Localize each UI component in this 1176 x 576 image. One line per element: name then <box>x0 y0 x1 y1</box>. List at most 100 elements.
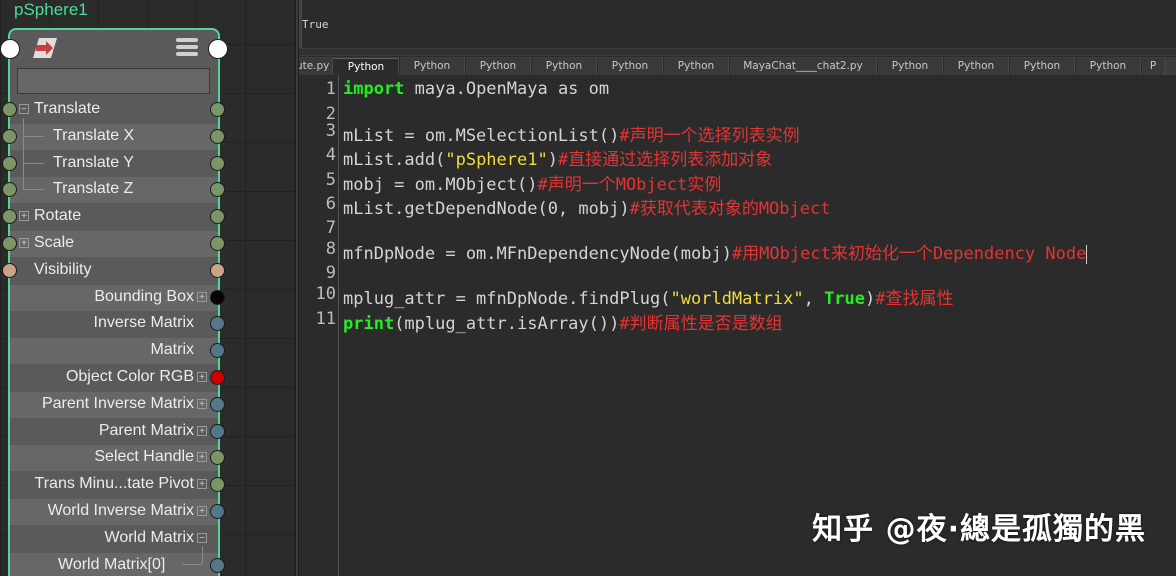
attribute-label: Scale <box>34 234 75 251</box>
output-plug[interactable] <box>210 504 225 519</box>
attribute-row[interactable]: Inverse Matrix <box>10 311 225 337</box>
attribute-label: World Matrix[0] <box>58 555 166 573</box>
code-line-8: mfnDpNode = om.MFnDependencyNode(mobj)#用… <box>343 239 1088 264</box>
code-comment: #用MObject来初始化一个Dependency Node <box>731 244 1087 264</box>
output-plug[interactable] <box>210 209 225 225</box>
output-plug[interactable] <box>210 262 225 278</box>
code-keyword: print <box>343 314 395 334</box>
node-output-port[interactable] <box>208 39 228 59</box>
code-comment: #获取代表对象的MObject <box>629 199 831 219</box>
attribute-row[interactable]: Object Color RGB + <box>10 365 225 391</box>
attribute-row[interactable]: World Matrix − <box>10 526 218 552</box>
attribute-row[interactable]: Translate Z <box>2 177 225 204</box>
tab-script[interactable]: MayaChat____chat2.py <box>729 58 877 75</box>
line-number: 4 <box>325 145 336 165</box>
input-plug[interactable] <box>2 102 17 117</box>
attribute-row[interactable]: Parent Matrix + <box>10 419 225 445</box>
code-comment: #查找属性 <box>875 289 954 309</box>
attribute-label: Object Color RGB <box>65 368 194 385</box>
tab-script[interactable]: Python <box>943 58 1009 75</box>
node-attribute-filter-field[interactable] <box>17 68 210 94</box>
output-plug[interactable] <box>210 289 225 305</box>
code-keyword: import <box>343 79 405 99</box>
tab-script[interactable]: Python <box>877 58 943 75</box>
output-plug[interactable] <box>210 343 225 359</box>
tab-script[interactable]: Python <box>663 58 729 75</box>
attribute-row[interactable]: World Inverse Matrix + <box>10 499 225 525</box>
expand-icon[interactable]: + <box>197 291 207 302</box>
attribute-row[interactable]: Visibility <box>2 258 225 284</box>
attribute-row[interactable]: Scale + <box>2 231 225 257</box>
output-plug[interactable] <box>210 477 225 493</box>
tab-script[interactable]: Python <box>1009 58 1075 75</box>
expand-icon[interactable]: + <box>19 211 29 222</box>
expand-icon[interactable]: + <box>19 238 29 249</box>
output-plug[interactable] <box>210 423 225 439</box>
input-plug[interactable] <box>2 209 17 225</box>
code-string: "pSphere1" <box>445 150 548 170</box>
tab-script[interactable]: Cute.py <box>299 58 333 75</box>
input-plug[interactable] <box>2 128 17 144</box>
code-line-6: mList.getDependNode(0, mobj)#获取代表对象的MObj… <box>343 194 830 219</box>
tab-script[interactable]: Python <box>597 58 663 75</box>
output-plug[interactable] <box>210 128 225 144</box>
node-input-port[interactable] <box>0 39 20 59</box>
collapse-icon[interactable]: − <box>197 532 207 543</box>
tab-script[interactable]: Python <box>531 58 597 75</box>
attribute-label: Select Handle <box>94 448 194 466</box>
tab-script[interactable]: Python <box>399 58 465 75</box>
expand-icon[interactable]: + <box>197 479 207 490</box>
output-plug[interactable] <box>210 396 225 412</box>
line-number: 11 <box>315 309 336 329</box>
script-output-pane[interactable]: True <box>299 0 1176 50</box>
code-text: , <box>803 289 825 309</box>
expand-icon[interactable]: + <box>197 452 207 463</box>
attribute-row[interactable]: Bounding Box + <box>10 284 225 311</box>
expand-icon[interactable]: + <box>197 506 207 517</box>
attribute-row[interactable]: Parent Inverse Matrix + <box>10 391 225 418</box>
attribute-row[interactable]: Trans Minu...tate Pivot + <box>10 472 225 498</box>
line-number: 6 <box>325 194 336 214</box>
collapse-icon[interactable]: − <box>19 104 29 115</box>
attribute-label: Bounding Box <box>94 287 194 305</box>
input-plug[interactable] <box>2 182 17 198</box>
output-plug[interactable] <box>210 236 225 251</box>
output-plug[interactable] <box>210 450 225 466</box>
node-editor-panel[interactable]: pSphere1 Translate − Translate X Translate … <box>0 0 295 576</box>
code-text: ) <box>547 150 558 170</box>
attribute-row[interactable]: Matrix <box>10 338 225 365</box>
expand-icon[interactable]: + <box>197 425 207 436</box>
output-plug[interactable] <box>210 316 225 332</box>
expand-icon[interactable]: + <box>197 372 207 383</box>
attribute-row[interactable]: Translate − <box>2 97 225 123</box>
output-plug[interactable] <box>210 102 225 117</box>
attribute-row[interactable]: Rotate + <box>2 204 225 230</box>
input-plug[interactable] <box>2 262 17 278</box>
code-line-10: mplug_attr = mfnDpNode.findPlug("worldMa… <box>343 284 954 309</box>
attribute-label: World Inverse Matrix <box>47 502 194 519</box>
input-plug[interactable] <box>2 155 17 171</box>
code-line-11: print(mplug_attr.isArray())#判断属性是否是数组 <box>343 309 783 334</box>
line-number: 9 <box>325 263 336 283</box>
attribute-row[interactable]: Select Handle + <box>10 445 225 472</box>
line-number: 5 <box>325 170 336 190</box>
node-menu-icon[interactable] <box>176 38 198 58</box>
tab-script[interactable]: Python <box>1075 58 1141 75</box>
attribute-label: Translate X <box>53 126 135 144</box>
code-text: mfnDpNode = om.MFnDependencyNode(mobj) <box>343 244 732 264</box>
tab-script[interactable]: Python <box>333 58 399 75</box>
output-plug[interactable] <box>210 557 225 573</box>
attribute-label: World Matrix <box>104 528 195 546</box>
output-plug[interactable] <box>210 182 225 198</box>
input-plug[interactable] <box>2 236 17 251</box>
code-editor[interactable]: 1 2 3 4 5 6 7 8 9 10 11 import maya.OpenMaya as om… <box>299 75 1176 576</box>
code-comment: #判断属性是否是数组 <box>619 314 783 334</box>
tab-script[interactable]: P <box>1141 58 1165 75</box>
tab-script[interactable]: Python <box>465 58 531 75</box>
output-plug[interactable] <box>210 370 225 385</box>
output-plug[interactable] <box>210 155 225 171</box>
code-text: maya.OpenMaya as om <box>404 79 610 99</box>
pane-divider[interactable] <box>299 48 1176 56</box>
expand-icon[interactable]: + <box>197 398 207 409</box>
code-comment: #直接通过选择列表添加对象 <box>557 150 773 170</box>
